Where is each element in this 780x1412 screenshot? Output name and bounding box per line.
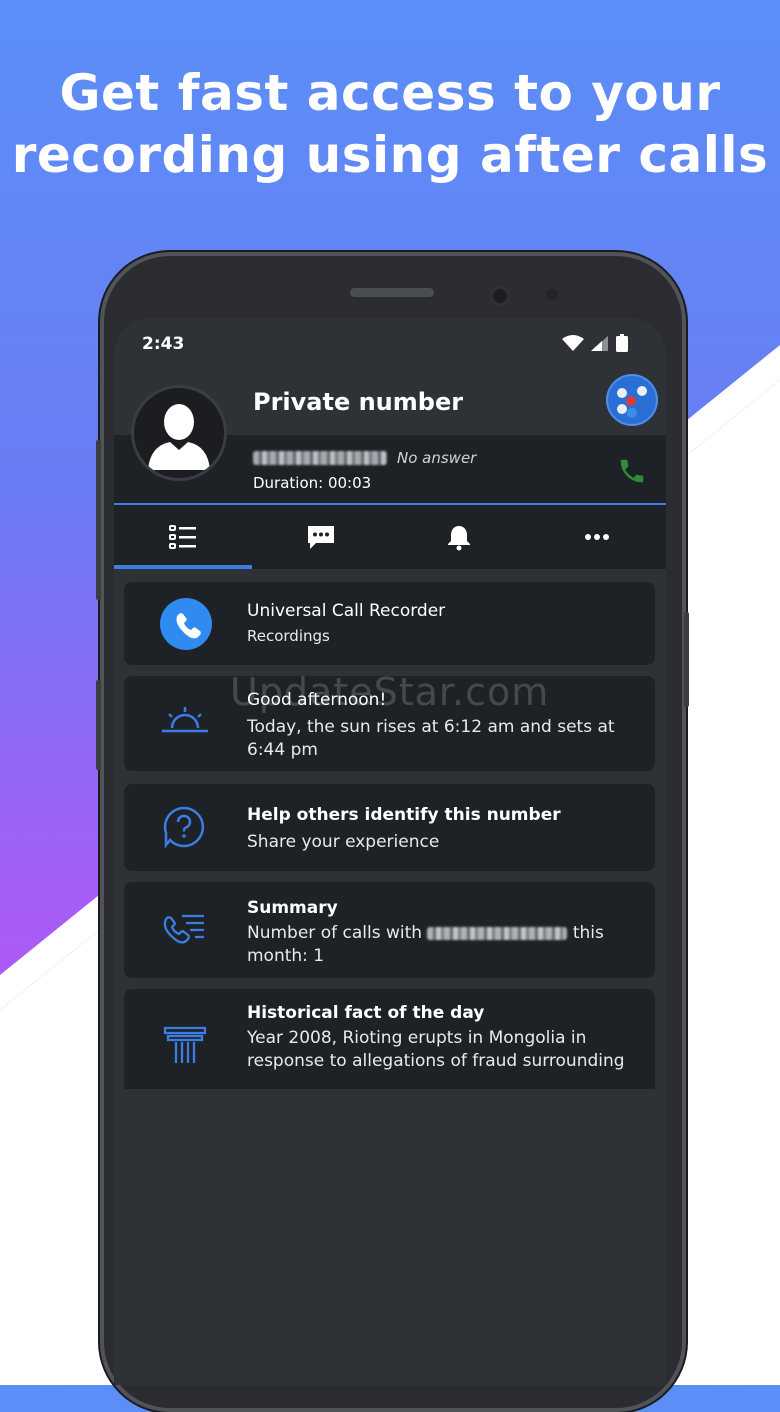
card-title: Historical fact of the day	[247, 1003, 485, 1023]
sunrise-icon	[160, 706, 210, 740]
tab-reminder[interactable]	[390, 505, 528, 569]
battery-icon	[616, 334, 628, 352]
phone-screen: 2:43 Private number No answer Duration: …	[114, 318, 666, 1385]
card-text-line2: month: 1	[247, 946, 325, 966]
front-camera	[489, 285, 511, 307]
phone-circle-icon	[160, 598, 212, 654]
tab-selected-indicator	[114, 565, 252, 569]
tab-list[interactable]	[114, 505, 252, 569]
message-icon	[308, 526, 334, 549]
power-button	[684, 612, 689, 707]
watermark: UpdateStar.com	[230, 670, 550, 714]
phone-icon[interactable]	[617, 456, 647, 490]
headline-line-2: recording using after calls	[11, 126, 769, 184]
question-bubble-icon	[162, 805, 206, 853]
caller-number-blurred	[427, 926, 568, 940]
app-badge-icon[interactable]	[608, 376, 656, 424]
card-historical-fact[interactable]: Historical fact of the day Year 2008, Ri…	[124, 989, 655, 1089]
list-icon	[169, 525, 196, 549]
card-text: Recordings	[247, 627, 330, 645]
headline-line-1: Get fast access to your	[59, 64, 721, 122]
card-text-prefix: Number of calls with	[247, 923, 423, 943]
museum-icon	[162, 1025, 208, 1071]
tab-bar	[114, 505, 666, 569]
more-icon	[585, 534, 609, 540]
caller-name: Private number	[253, 388, 464, 416]
card-text: Today, the sun rises at 6:12 am and sets…	[247, 717, 615, 760]
status-bar: 2:43	[114, 318, 666, 370]
card-text: Number of calls with this month: 1	[247, 922, 647, 968]
person-icon	[148, 404, 210, 470]
call-duration: Duration: 00:03	[253, 474, 372, 492]
call-status: No answer	[397, 449, 477, 467]
tab-message[interactable]	[252, 505, 390, 569]
card-text-suffix: this	[572, 923, 604, 943]
bixby-button	[96, 680, 101, 770]
signal-icon	[591, 336, 608, 351]
promo-headline: Get fast access to your recording using …	[0, 62, 780, 186]
proximity-sensor	[546, 289, 558, 301]
card-title: Summary	[247, 898, 338, 918]
card-identify-number[interactable]: Help others identify this number Share y…	[124, 784, 655, 871]
status-time: 2:43	[142, 334, 185, 354]
tab-more[interactable]	[528, 505, 666, 569]
bell-icon	[448, 526, 470, 551]
card-text: Share your experience	[247, 832, 440, 852]
card-title: Universal Call Recorder	[247, 601, 446, 621]
wifi-icon	[562, 335, 584, 351]
caller-number-blurred	[253, 451, 387, 465]
call-log-icon	[162, 912, 208, 952]
card-title: Help others identify this number	[247, 805, 561, 825]
card-call-recorder[interactable]: Universal Call Recorder Recordings	[124, 582, 655, 665]
status-icons	[560, 332, 640, 354]
volume-button	[96, 440, 101, 600]
caller-avatar	[134, 388, 224, 478]
card-summary[interactable]: Summary Number of calls with this month:…	[124, 882, 655, 978]
card-text: Year 2008, Rioting erupts in Mongolia in…	[247, 1028, 625, 1071]
earpiece-speaker	[350, 288, 434, 297]
